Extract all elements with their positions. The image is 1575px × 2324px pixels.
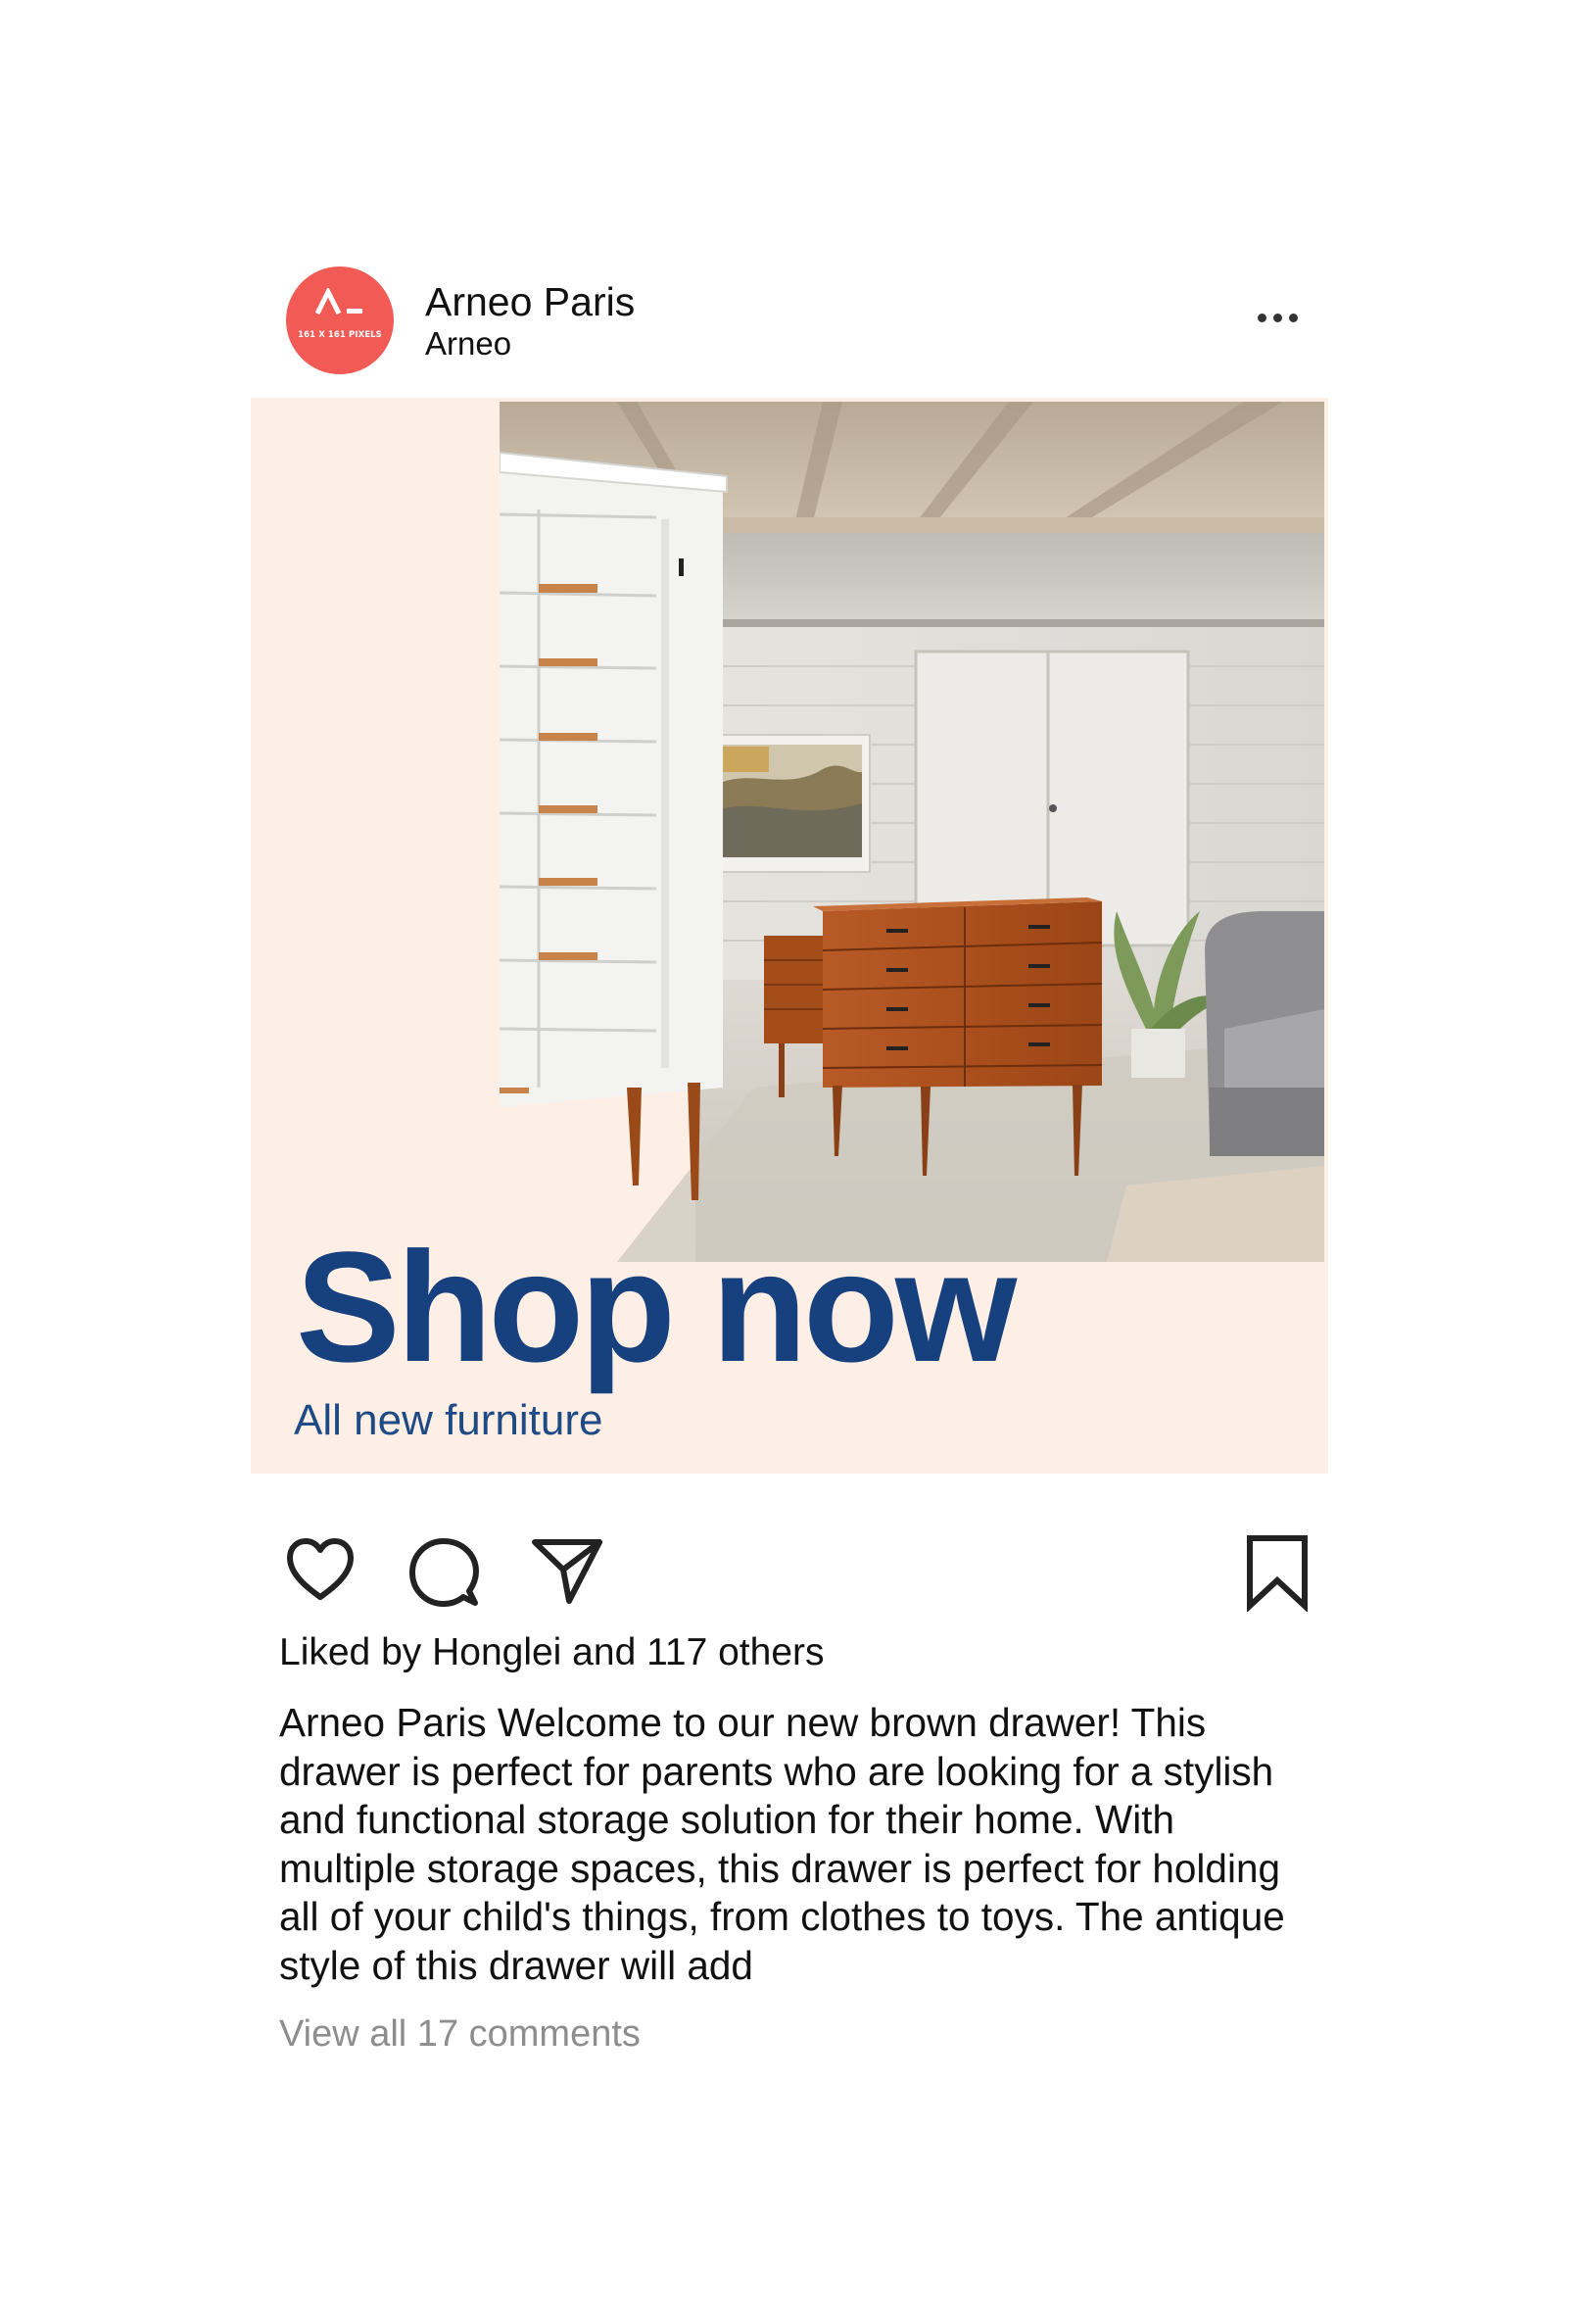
more-options-button[interactable]: [1246, 300, 1309, 335]
instagram-post: 161 X 161 PIXELS Arneo Paris Arneo Shop …: [0, 0, 1575, 2324]
likes-count[interactable]: Liked by Honglei and 117 others: [279, 1630, 825, 1675]
avatar[interactable]: 161 X 161 PIXELS: [286, 266, 394, 374]
comment-icon: [409, 1538, 479, 1607]
post-caption: Arneo Paris Welcome to our new brown dra…: [279, 1699, 1298, 1990]
avatar-caption: 161 X 161 PIXELS: [298, 330, 382, 340]
furniture-room-photo: [500, 402, 1324, 1262]
caption-author[interactable]: Arneo Paris: [279, 1700, 487, 1745]
account-subtitle[interactable]: Arneo: [425, 324, 511, 363]
view-comments-link[interactable]: View all 17 comments: [279, 2011, 641, 2057]
ad-subheadline: All new furniture: [294, 1396, 603, 1444]
ad-headline: Shop now: [296, 1219, 1017, 1394]
more-dot-icon: [1257, 313, 1266, 322]
comment-button[interactable]: [407, 1536, 480, 1609]
send-icon: [532, 1539, 602, 1604]
more-dot-icon: [1288, 313, 1298, 322]
like-button[interactable]: [284, 1536, 357, 1605]
arneo-logo-icon: [314, 288, 362, 315]
save-button[interactable]: [1244, 1533, 1311, 1612]
share-button[interactable]: [530, 1534, 604, 1609]
more-dot-icon: [1272, 313, 1282, 322]
bookmark-icon: [1247, 1535, 1308, 1612]
account-name[interactable]: Arneo Paris: [425, 278, 635, 325]
heart-icon: [287, 1538, 354, 1600]
post-image[interactable]: Shop now All new furniture: [251, 398, 1328, 1474]
